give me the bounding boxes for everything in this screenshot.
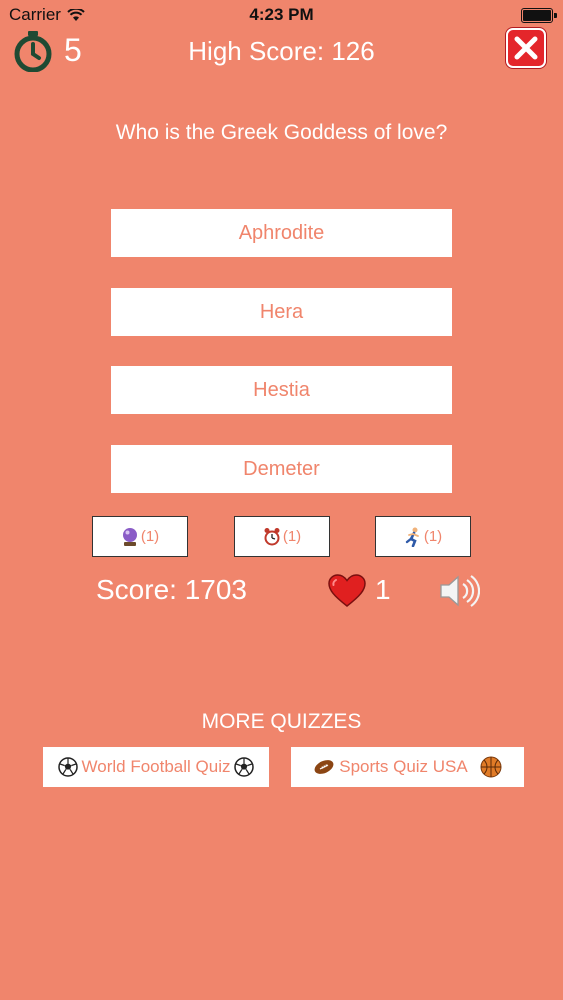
close-icon	[514, 36, 538, 60]
powerup-crystal-ball-button[interactable]: (1)	[92, 516, 188, 557]
speaker-icon	[440, 575, 481, 607]
football-icon	[314, 760, 334, 774]
more-quizzes-title: MORE QUIZZES	[201, 710, 362, 733]
score-label: Score: 1703	[96, 574, 247, 605]
sound-toggle-button[interactable]	[438, 572, 481, 615]
powerup-runner-button[interactable]: (1)	[375, 516, 471, 557]
powerup-count: (1)	[140, 528, 160, 545]
soccer-ball-icon	[234, 757, 255, 777]
powerup-count: (1)	[282, 528, 302, 545]
crystal-ball-icon	[122, 527, 137, 546]
runner-icon	[405, 527, 419, 547]
answer-button-3[interactable]: Hestia	[111, 366, 452, 414]
quiz-label: World Football Quiz	[81, 757, 231, 776]
powerup-count: (1)	[423, 528, 443, 545]
world-football-quiz-button[interactable]: World Football Quiz	[43, 747, 269, 787]
answer-button-1[interactable]: Aphrodite	[111, 209, 452, 257]
high-score: High Score: 126	[188, 36, 375, 66]
status-time: 4:23 PM	[249, 5, 314, 24]
close-button[interactable]	[506, 28, 546, 68]
powerup-alarm-clock-button[interactable]: (1)	[234, 516, 330, 557]
question-text: Who is the Greek Goddess of love?	[115, 121, 448, 144]
answer-button-4[interactable]: Demeter	[111, 445, 452, 493]
status-bar: Carrier 4:23 PM	[0, 0, 563, 30]
soccer-ball-icon	[57, 757, 78, 777]
heart-icon	[328, 574, 366, 613]
quiz-label: Sports Quiz USA	[339, 757, 468, 776]
alarm-clock-icon	[264, 527, 280, 545]
battery-icon	[521, 8, 557, 23]
basketball-icon	[480, 756, 502, 778]
answer-button-2[interactable]: Hera	[111, 288, 452, 336]
lives-count: 1	[375, 574, 391, 605]
sports-quiz-usa-button[interactable]: Sports Quiz USA	[291, 747, 524, 787]
